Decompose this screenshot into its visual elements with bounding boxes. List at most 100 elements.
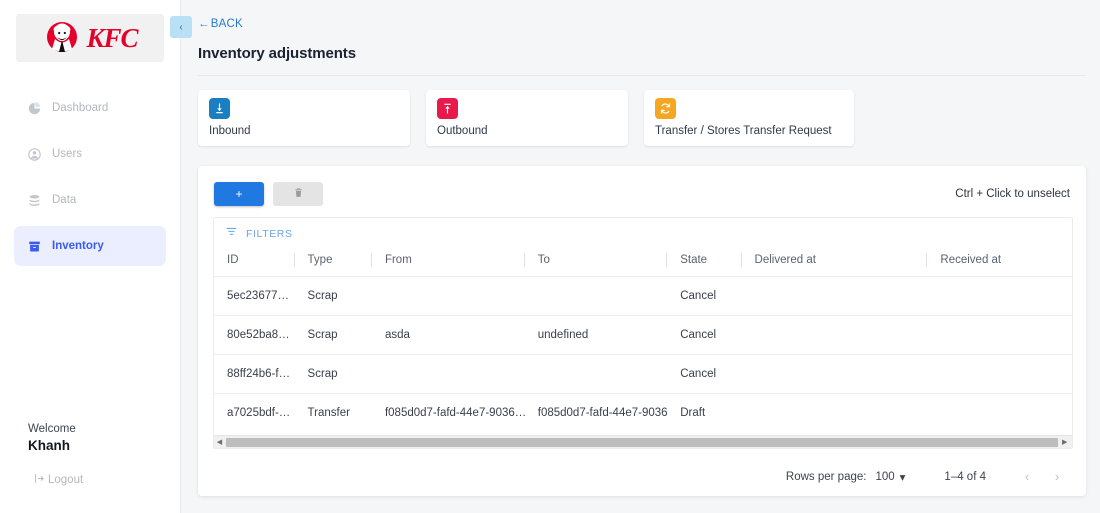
sidebar-item-dashboard[interactable]: Dashboard [14,88,166,128]
column-header-state[interactable]: State [666,244,742,277]
cell-state: Cancel [667,276,742,316]
cell-to: undefined [524,315,668,355]
unselect-hint: Ctrl + Click to unselect [955,188,1070,200]
column-header-received-at[interactable]: Received at [926,244,1072,277]
cell-from [371,354,525,394]
main-content: ← BACK Inventory adjustments Inbound Out… [181,0,1100,513]
table-panel: + Ctrl + Click to unselect FILTERS ID Ty… [198,166,1086,496]
brand-name: KFC [86,22,138,53]
sidebar-item-data[interactable]: Data [14,180,166,220]
scrollbar-thumb[interactable] [226,437,1059,447]
table-row[interactable]: a7025bdf-… Transfer f085d0d7-fafd-44e7-9… [214,394,1072,433]
table-row[interactable]: 80e52ba8… Scrap asda undefined Cancel [214,315,1072,355]
cell-delivered-at [741,276,928,316]
cell-to [524,276,668,316]
table-row[interactable]: 88ff24b6-f… Scrap Cancel [214,354,1072,394]
rows-per-page-label: Rows per page: [785,470,867,483]
data-table-container: FILTERS ID Type From To State Delivered … [213,217,1073,449]
cell-from: asda [371,315,525,355]
user-icon [28,147,41,161]
previous-page-button[interactable]: ‹ [1012,469,1042,484]
cell-received-at [927,354,1072,394]
sidebar-item-inventory[interactable]: Inventory [14,226,166,266]
cell-id: a7025bdf-… [227,407,291,419]
pie-chart-icon [28,101,41,115]
cell-to: f085d0d7-fafd-44e7-9036… [537,407,668,419]
sidebar-item-users[interactable]: Users [14,134,166,174]
table-header-row: ID Type From To State Delivered at Recei… [214,244,1072,277]
sidebar-item-label: Inventory [52,240,104,252]
rows-per-page-value: 100 [875,470,895,483]
table-row[interactable]: 5ec23677… Scrap Cancel [214,276,1072,316]
user-name: Khanh [28,438,70,453]
chevron-down-icon: ▾ [899,471,906,484]
card-label: Inbound [209,125,251,137]
card-outbound[interactable]: Outbound [426,90,628,146]
filter-icon [225,225,238,243]
cell-from: f085d0d7-fafd-44e7-9036… [384,407,525,419]
sidebar: KFC ‹ Dashboard Users Data Inventory Wel… [0,0,192,513]
filters-label: FILTERS [246,227,293,240]
cell-type: Scrap [294,354,372,394]
back-button[interactable]: ← BACK [198,18,243,30]
table-toolbar: + Ctrl + Click to unselect [198,166,1086,206]
cell-id: 5ec23677… [214,276,295,316]
card-inbound[interactable]: Inbound [198,90,410,146]
cell-state: Cancel [667,354,742,394]
data-table: ID Type From To State Delivered at Recei… [214,244,1072,432]
page-title: Inventory adjustments [198,45,356,62]
cell-state: Draft [680,407,706,419]
cell-from [371,276,525,316]
scroll-left-arrow[interactable]: ◀ [214,438,225,446]
database-icon [28,194,41,207]
top-bar: ← BACK [181,0,1100,32]
card-label: Outbound [437,125,488,137]
column-header-delivered-at[interactable]: Delivered at [740,244,928,277]
cell-to [524,354,668,394]
refresh-transfer-icon [655,98,676,119]
arrow-left-icon: ← [198,18,210,30]
chevron-left-icon: ‹ [179,21,183,33]
action-cards: Inbound Outbound Transfer / Stores Trans… [181,76,1100,146]
column-header-from[interactable]: From [370,244,525,277]
cell-id: 80e52ba8… [214,315,295,355]
cell-received-at [927,315,1072,355]
cell-type: Scrap [294,315,372,355]
logout-icon [34,473,45,487]
card-label: Transfer / Stores Transfer Request [655,125,832,137]
rows-per-page-select[interactable]: 100 ▾ [875,470,905,484]
cell-received-at [927,394,1072,433]
cell-delivered-at [741,315,928,355]
app-root: KFC ‹ Dashboard Users Data Inventory Wel… [0,0,1100,513]
kfc-colonel-icon [42,18,82,58]
welcome-label: Welcome [28,423,76,435]
upload-outbound-icon [437,98,458,119]
delete-button[interactable] [273,182,323,206]
logout-label: Logout [48,474,84,486]
card-transfer[interactable]: Transfer / Stores Transfer Request [644,90,854,146]
download-inbound-icon [209,98,230,119]
logout-button[interactable]: Logout [34,473,180,487]
cell-delivered-at [741,354,928,394]
cell-type: Transfer [307,407,350,419]
column-header-id[interactable]: ID [214,244,295,277]
trash-icon [293,187,304,201]
pagination: Rows per page: 100 ▾ 1–4 of 4 ‹ › [786,469,1072,484]
column-header-to[interactable]: To [523,244,668,277]
pagination-range: 1–4 of 4 [944,470,986,483]
scroll-right-arrow[interactable]: ▶ [1059,438,1070,446]
cell-id: 88ff24b6-f… [214,354,295,394]
sidebar-item-label: Dashboard [52,102,109,114]
cell-type: Scrap [294,276,372,316]
sidebar-nav: Dashboard Users Data Inventory [0,88,180,266]
add-button[interactable]: + [214,182,264,206]
column-header-type[interactable]: Type [293,244,372,277]
back-label: BACK [210,18,243,30]
next-page-button[interactable]: › [1042,469,1072,484]
sidebar-collapse-button[interactable]: ‹ [170,16,192,38]
horizontal-scrollbar[interactable]: ◀ ▶ [214,435,1072,448]
sidebar-item-label: Data [52,194,77,206]
cell-delivered-at [742,394,928,433]
brand-logo[interactable]: KFC [16,14,164,62]
filters-button[interactable]: FILTERS [214,218,1072,244]
